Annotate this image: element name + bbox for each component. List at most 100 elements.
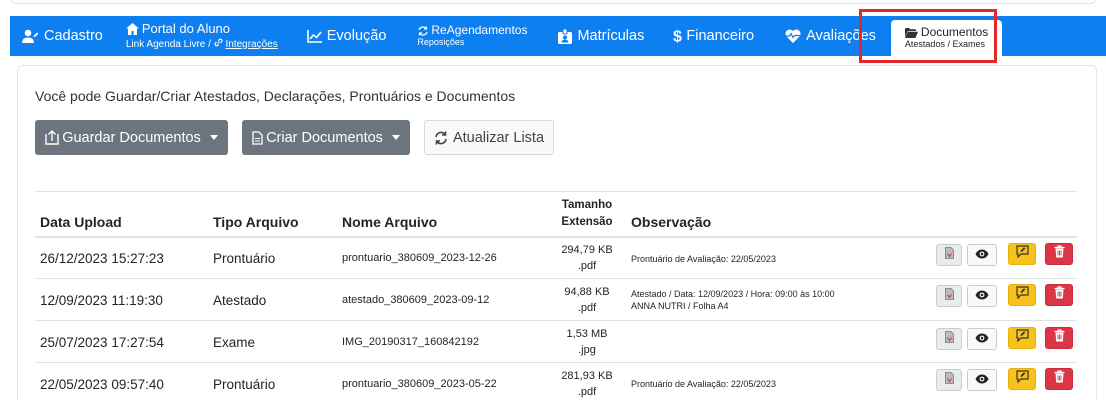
home-icon (125, 23, 139, 36)
header-tamanho-extensao: Tamanho Extensão (552, 197, 622, 231)
file-icon (252, 130, 263, 145)
header-observacao: Observação (631, 214, 712, 230)
edit-observation-button[interactable] (1008, 327, 1036, 349)
caret-down-icon (391, 135, 400, 140)
nav-portal-label: Portal do Aluno (141, 21, 231, 37)
nav-evolucao[interactable]: Evolução (289, 16, 398, 56)
nav-avaliacoes-label: Avaliações (806, 28, 876, 44)
edit-observation-button[interactable] (1008, 284, 1036, 306)
nav-financeiro[interactable]: $ Financeiro (655, 16, 765, 56)
cell-observacao-line2: ANNA NUTRI / Folha A4 (631, 301, 729, 311)
view-pdf-button[interactable] (936, 285, 962, 307)
comment-edit-icon (1015, 329, 1029, 347)
cell-tipo-arquivo: Atestado (213, 293, 267, 308)
trash-icon (1054, 245, 1065, 263)
eye-icon (975, 330, 989, 348)
divider (35, 191, 1077, 192)
folder-open-icon (904, 27, 918, 38)
cell-extensao: .jpg (578, 344, 596, 356)
nav-portal-sub: Link Agenda Livre / (125, 38, 214, 50)
atualizar-label: Atualizar Lista (452, 129, 545, 146)
trash-icon (1054, 329, 1065, 347)
cell-observacao-line1: Atestado / Data: 12/09/2023 / Hora: 09:0… (631, 289, 835, 299)
nav-financeiro-label: Financeiro (686, 28, 755, 44)
nav-evolucao-label: Evolução (326, 28, 387, 44)
caret-down-icon (209, 135, 218, 140)
atualizar-lista-button[interactable]: Atualizar Lista (424, 120, 554, 155)
guardar-label: Guardar Documentos (62, 129, 201, 146)
comment-edit-icon (1015, 286, 1029, 304)
user-icon (22, 29, 39, 43)
edit-observation-button[interactable] (1008, 243, 1036, 265)
cell-extensao: .pdf (577, 260, 597, 272)
file-upload-icon (45, 130, 59, 145)
table-header-divider (35, 236, 1077, 238)
cell-tipo-arquivo: Exame (213, 335, 256, 350)
cell-nome-arquivo: prontuario_380609_2023-05-22 (342, 378, 497, 390)
preview-button[interactable] (967, 285, 997, 307)
cell-tipo-arquivo: Prontuário (213, 377, 276, 392)
svg-text:$: $ (673, 29, 682, 45)
edit-observation-button[interactable] (1008, 368, 1036, 390)
eye-icon (975, 287, 989, 305)
header-extensao: Extensão (561, 216, 613, 228)
cell-tamanho-extensao: 94,88 KB .pdf (552, 284, 622, 316)
cell-observacao: Prontuário de Avaliação: 22/05/2023 (631, 253, 776, 265)
cell-tamanho: 281,93 KB (561, 370, 613, 382)
delete-button[interactable] (1045, 284, 1073, 306)
row-divider (35, 362, 1077, 363)
integracoes-link[interactable]: Integrações (225, 39, 277, 50)
view-pdf-button[interactable] (936, 328, 962, 350)
preview-button[interactable] (967, 328, 997, 350)
comment-edit-icon (1015, 245, 1029, 263)
id-badge-icon (558, 28, 573, 44)
criar-documentos-button[interactable]: Criar Documentos (242, 120, 410, 155)
heart-pulse-icon (785, 29, 801, 43)
cell-tipo-arquivo: Prontuário (213, 251, 276, 266)
eye-icon (975, 371, 989, 389)
cell-observacao-line1: Prontuário de Avaliação: 22/05/2023 (631, 254, 776, 264)
trash-icon (1054, 370, 1065, 388)
header-data-upload: Data Upload (40, 214, 122, 230)
tab-documentos-sub: Atestados / Exames (904, 39, 985, 50)
view-pdf-button[interactable] (936, 369, 962, 391)
cell-tamanho: 294,79 KB (561, 244, 613, 256)
tab-documentos-label: Documentos (920, 24, 989, 39)
file-pdf-icon (944, 287, 954, 305)
preview-button[interactable] (967, 369, 997, 391)
nav-portal-aluno[interactable]: Portal do Aluno Link Agenda Livre / Inte… (114, 16, 289, 56)
guardar-documentos-button[interactable]: Guardar Documentos (35, 120, 228, 155)
nav-reagendamentos[interactable]: ReAgendamentos Reposições (397, 16, 538, 56)
tab-documentos[interactable]: Documentos Atestados / Exames (890, 20, 1003, 56)
file-pdf-icon (944, 246, 954, 264)
file-pdf-icon (944, 371, 954, 389)
dollar-icon: $ (673, 28, 683, 45)
delete-button[interactable] (1045, 327, 1073, 349)
nav-reag-label: ReAgendamentos (431, 22, 528, 37)
cell-nome-arquivo: prontuario_380609_2023-12-26 (342, 252, 497, 264)
view-pdf-button[interactable] (936, 244, 962, 266)
cell-data-upload: 25/07/2023 17:27:54 (40, 335, 164, 350)
chart-line-icon (306, 29, 322, 43)
preview-button[interactable] (967, 244, 997, 266)
cell-data-upload: 22/05/2023 09:57:40 (40, 377, 164, 392)
cell-extensao: .pdf (577, 302, 597, 314)
nav-matriculas-label: Matrículas (577, 28, 645, 44)
comment-edit-icon (1015, 370, 1029, 388)
nav-cadastro[interactable]: Cadastro (10, 16, 114, 56)
main-navbar: Cadastro Portal do Aluno Link Agenda Liv… (10, 16, 1106, 56)
delete-button[interactable] (1045, 368, 1073, 390)
nav-avaliacoes[interactable]: Avaliações (765, 16, 887, 56)
cell-observacao-line1: Prontuário de Avaliação: 22/05/2023 (631, 379, 776, 389)
eye-icon (975, 246, 989, 264)
header-tamanho: Tamanho (561, 199, 613, 211)
row-divider (35, 320, 1077, 321)
cell-tamanho: 94,88 KB (564, 286, 610, 298)
cell-observacao: Atestado / Data: 12/09/2023 / Hora: 09:0… (631, 288, 835, 312)
file-pdf-icon (944, 330, 954, 348)
delete-button[interactable] (1045, 243, 1073, 265)
nav-matriculas[interactable]: Matrículas (538, 16, 655, 56)
cell-tamanho-extensao: 294,79 KB .pdf (552, 242, 622, 274)
cell-nome-arquivo: atestado_380609_2023-09-12 (342, 294, 490, 306)
nav-cadastro-label: Cadastro (44, 28, 103, 44)
